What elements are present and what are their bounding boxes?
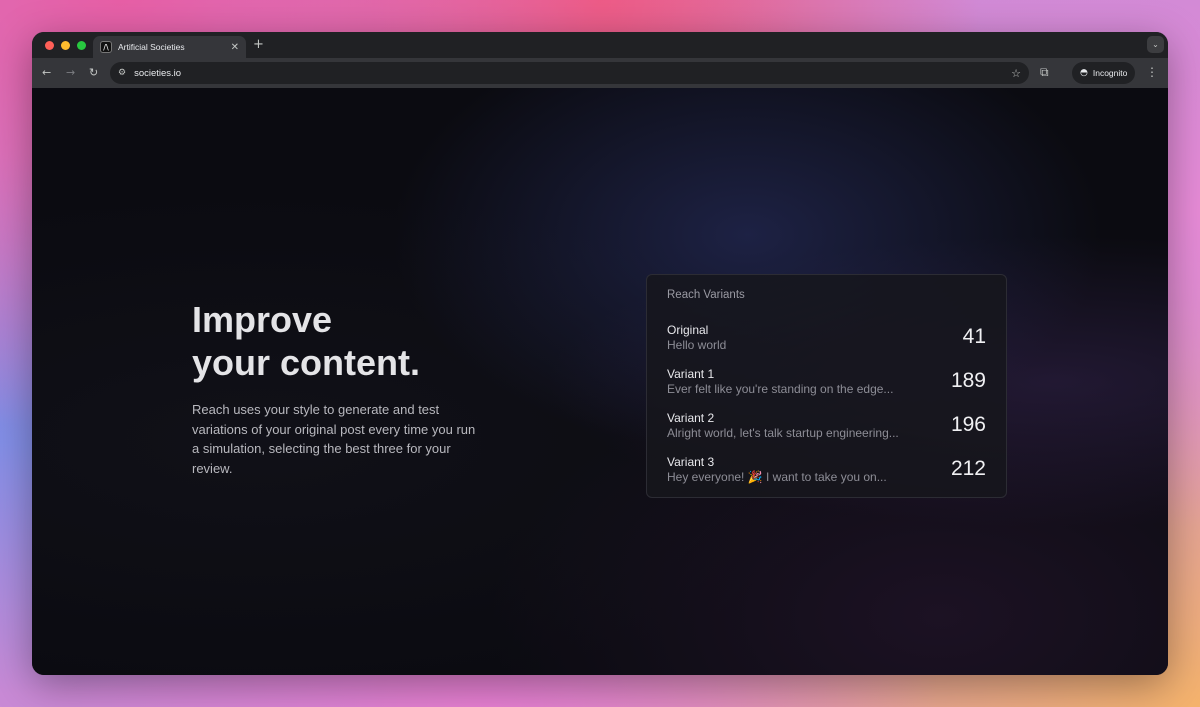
browser-window: /\ Artificial Societies ✕ + ⌄ ← → ↻ ⚙ so… xyxy=(32,32,1168,675)
tab-search-icon[interactable]: ⌄ xyxy=(1147,36,1164,53)
site-info-icon[interactable]: ⚙ xyxy=(118,68,126,78)
maximize-window-button[interactable] xyxy=(77,41,86,50)
variant-row: Variant 3 Hey everyone! 🎉 I want to take… xyxy=(667,447,986,491)
variant-name: Variant 2 xyxy=(667,410,715,425)
new-tab-icon[interactable]: + xyxy=(253,37,264,52)
variant-row: Variant 2 Alright world, let's talk star… xyxy=(667,403,986,447)
hero-section: Improve your content. Reach uses your st… xyxy=(192,298,492,478)
variant-name: Variant 3 xyxy=(667,454,715,469)
star-icon[interactable]: ☆ xyxy=(1011,67,1021,80)
toolbar: ← → ↻ ⚙ societies.io ☆ ⧉ ◓ Incognito ⋮ xyxy=(32,58,1168,88)
variant-text: Hey everyone! 🎉 I want to take you on... xyxy=(667,469,887,484)
variant-count: 212 xyxy=(950,457,986,480)
variant-count: 189 xyxy=(950,369,986,392)
address-bar[interactable]: ⚙ societies.io ☆ xyxy=(110,62,1029,84)
variant-row: Variant 1 Ever felt like you're standing… xyxy=(667,359,986,403)
variant-text: Hello world xyxy=(667,337,727,352)
url-text[interactable]: societies.io xyxy=(134,68,1011,79)
forward-arrow-icon[interactable]: → xyxy=(66,66,75,79)
minimize-window-button[interactable] xyxy=(61,41,70,50)
puzzle-icon[interactable]: ⧉ xyxy=(1040,65,1049,80)
variant-text: Alright world, let's talk startup engine… xyxy=(667,425,899,440)
window-controls xyxy=(45,41,86,50)
headline-line-1: Improve xyxy=(192,299,333,340)
variant-name: Original xyxy=(667,322,709,337)
back-arrow-icon[interactable]: ← xyxy=(42,66,51,79)
tab-title: Artificial Societies xyxy=(118,42,185,52)
reach-variants-card: Reach Variants Original Hello world 41 V… xyxy=(646,274,1007,498)
tab-bar: /\ Artificial Societies ✕ + ⌄ xyxy=(32,32,1168,58)
variant-row: Original Hello world 41 xyxy=(667,315,986,359)
page-viewport: Improve your content. Reach uses your st… xyxy=(32,88,1168,675)
card-title: Reach Variants xyxy=(667,289,745,301)
headline-line-2: your content. xyxy=(192,342,421,383)
variant-text: Ever felt like you're standing on the ed… xyxy=(667,381,894,396)
variant-name: Variant 1 xyxy=(667,366,715,381)
favicon-icon: /\ xyxy=(100,41,112,53)
page-title: Improve your content. xyxy=(192,298,492,384)
variant-count: 196 xyxy=(950,413,986,436)
incognito-badge[interactable]: ◓ Incognito xyxy=(1072,62,1136,84)
incognito-label: Incognito xyxy=(1092,68,1128,78)
close-window-button[interactable] xyxy=(45,41,54,50)
variant-count: 41 xyxy=(962,325,986,348)
incognito-icon: ◓ xyxy=(1080,68,1088,78)
kebab-menu-icon[interactable]: ⋮ xyxy=(1146,65,1158,79)
hero-description: Reach uses your style to generate and te… xyxy=(192,402,476,476)
reload-icon[interactable]: ↻ xyxy=(89,66,98,79)
close-tab-icon[interactable]: ✕ xyxy=(231,42,239,53)
tab-artificial-societies[interactable]: /\ Artificial Societies ✕ xyxy=(93,36,246,58)
